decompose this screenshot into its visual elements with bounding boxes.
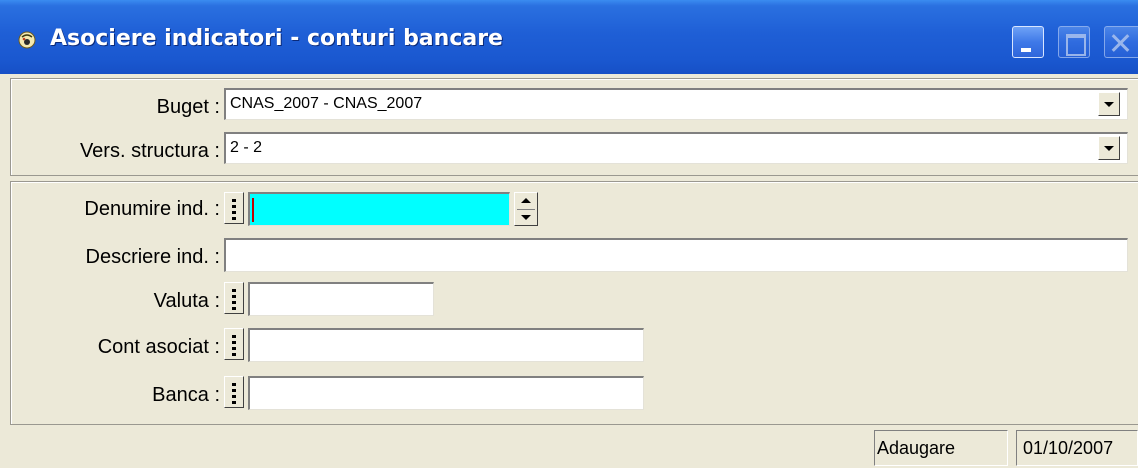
valuta-input[interactable]: [248, 282, 434, 316]
banca-lov-button[interactable]: [224, 376, 244, 408]
vers-structura-select[interactable]: 2 - 2: [224, 132, 1128, 164]
close-button[interactable]: [1104, 26, 1138, 58]
denumire-input[interactable]: [248, 192, 510, 226]
spin-up-icon[interactable]: [521, 198, 531, 203]
form-window: Asociere indicatori - conturi bancare Bu…: [0, 0, 1138, 468]
window-title: Asociere indicatori - conturi bancare: [50, 26, 503, 51]
cont-asociat-label: Cont asociat :: [97, 336, 220, 358]
descriere-input[interactable]: [224, 238, 1128, 272]
banca-label: Banca :: [152, 384, 220, 406]
status-mode: Adaugare: [874, 430, 1008, 466]
app-icon: [18, 31, 36, 49]
vers-structura-dropdown-button[interactable]: [1098, 136, 1120, 160]
buget-select[interactable]: CNAS_2007 - CNAS_2007: [224, 88, 1128, 120]
denumire-lov-button[interactable]: [224, 192, 244, 224]
spin-down-icon[interactable]: [521, 215, 531, 220]
minimize-button[interactable]: [1012, 26, 1044, 58]
buget-label: Buget :: [156, 96, 220, 118]
text-cursor: [252, 198, 254, 222]
cont-asociat-lov-button[interactable]: [224, 328, 244, 360]
maximize-button[interactable]: [1058, 26, 1090, 58]
denumire-spinner[interactable]: [514, 192, 538, 226]
title-bar[interactable]: Asociere indicatori - conturi bancare: [0, 0, 1138, 74]
vers-structura-label: Vers. structura :: [79, 140, 220, 162]
buget-dropdown-button[interactable]: [1098, 92, 1120, 116]
valuta-label: Valuta :: [153, 290, 220, 312]
valuta-lov-button[interactable]: [224, 282, 244, 314]
banca-input[interactable]: [248, 376, 644, 410]
cont-asociat-input[interactable]: [248, 328, 644, 362]
descriere-label: Descriere ind. :: [85, 246, 221, 268]
denumire-label: Denumire ind. :: [84, 198, 220, 220]
status-date: 01/10/2007: [1016, 430, 1138, 466]
